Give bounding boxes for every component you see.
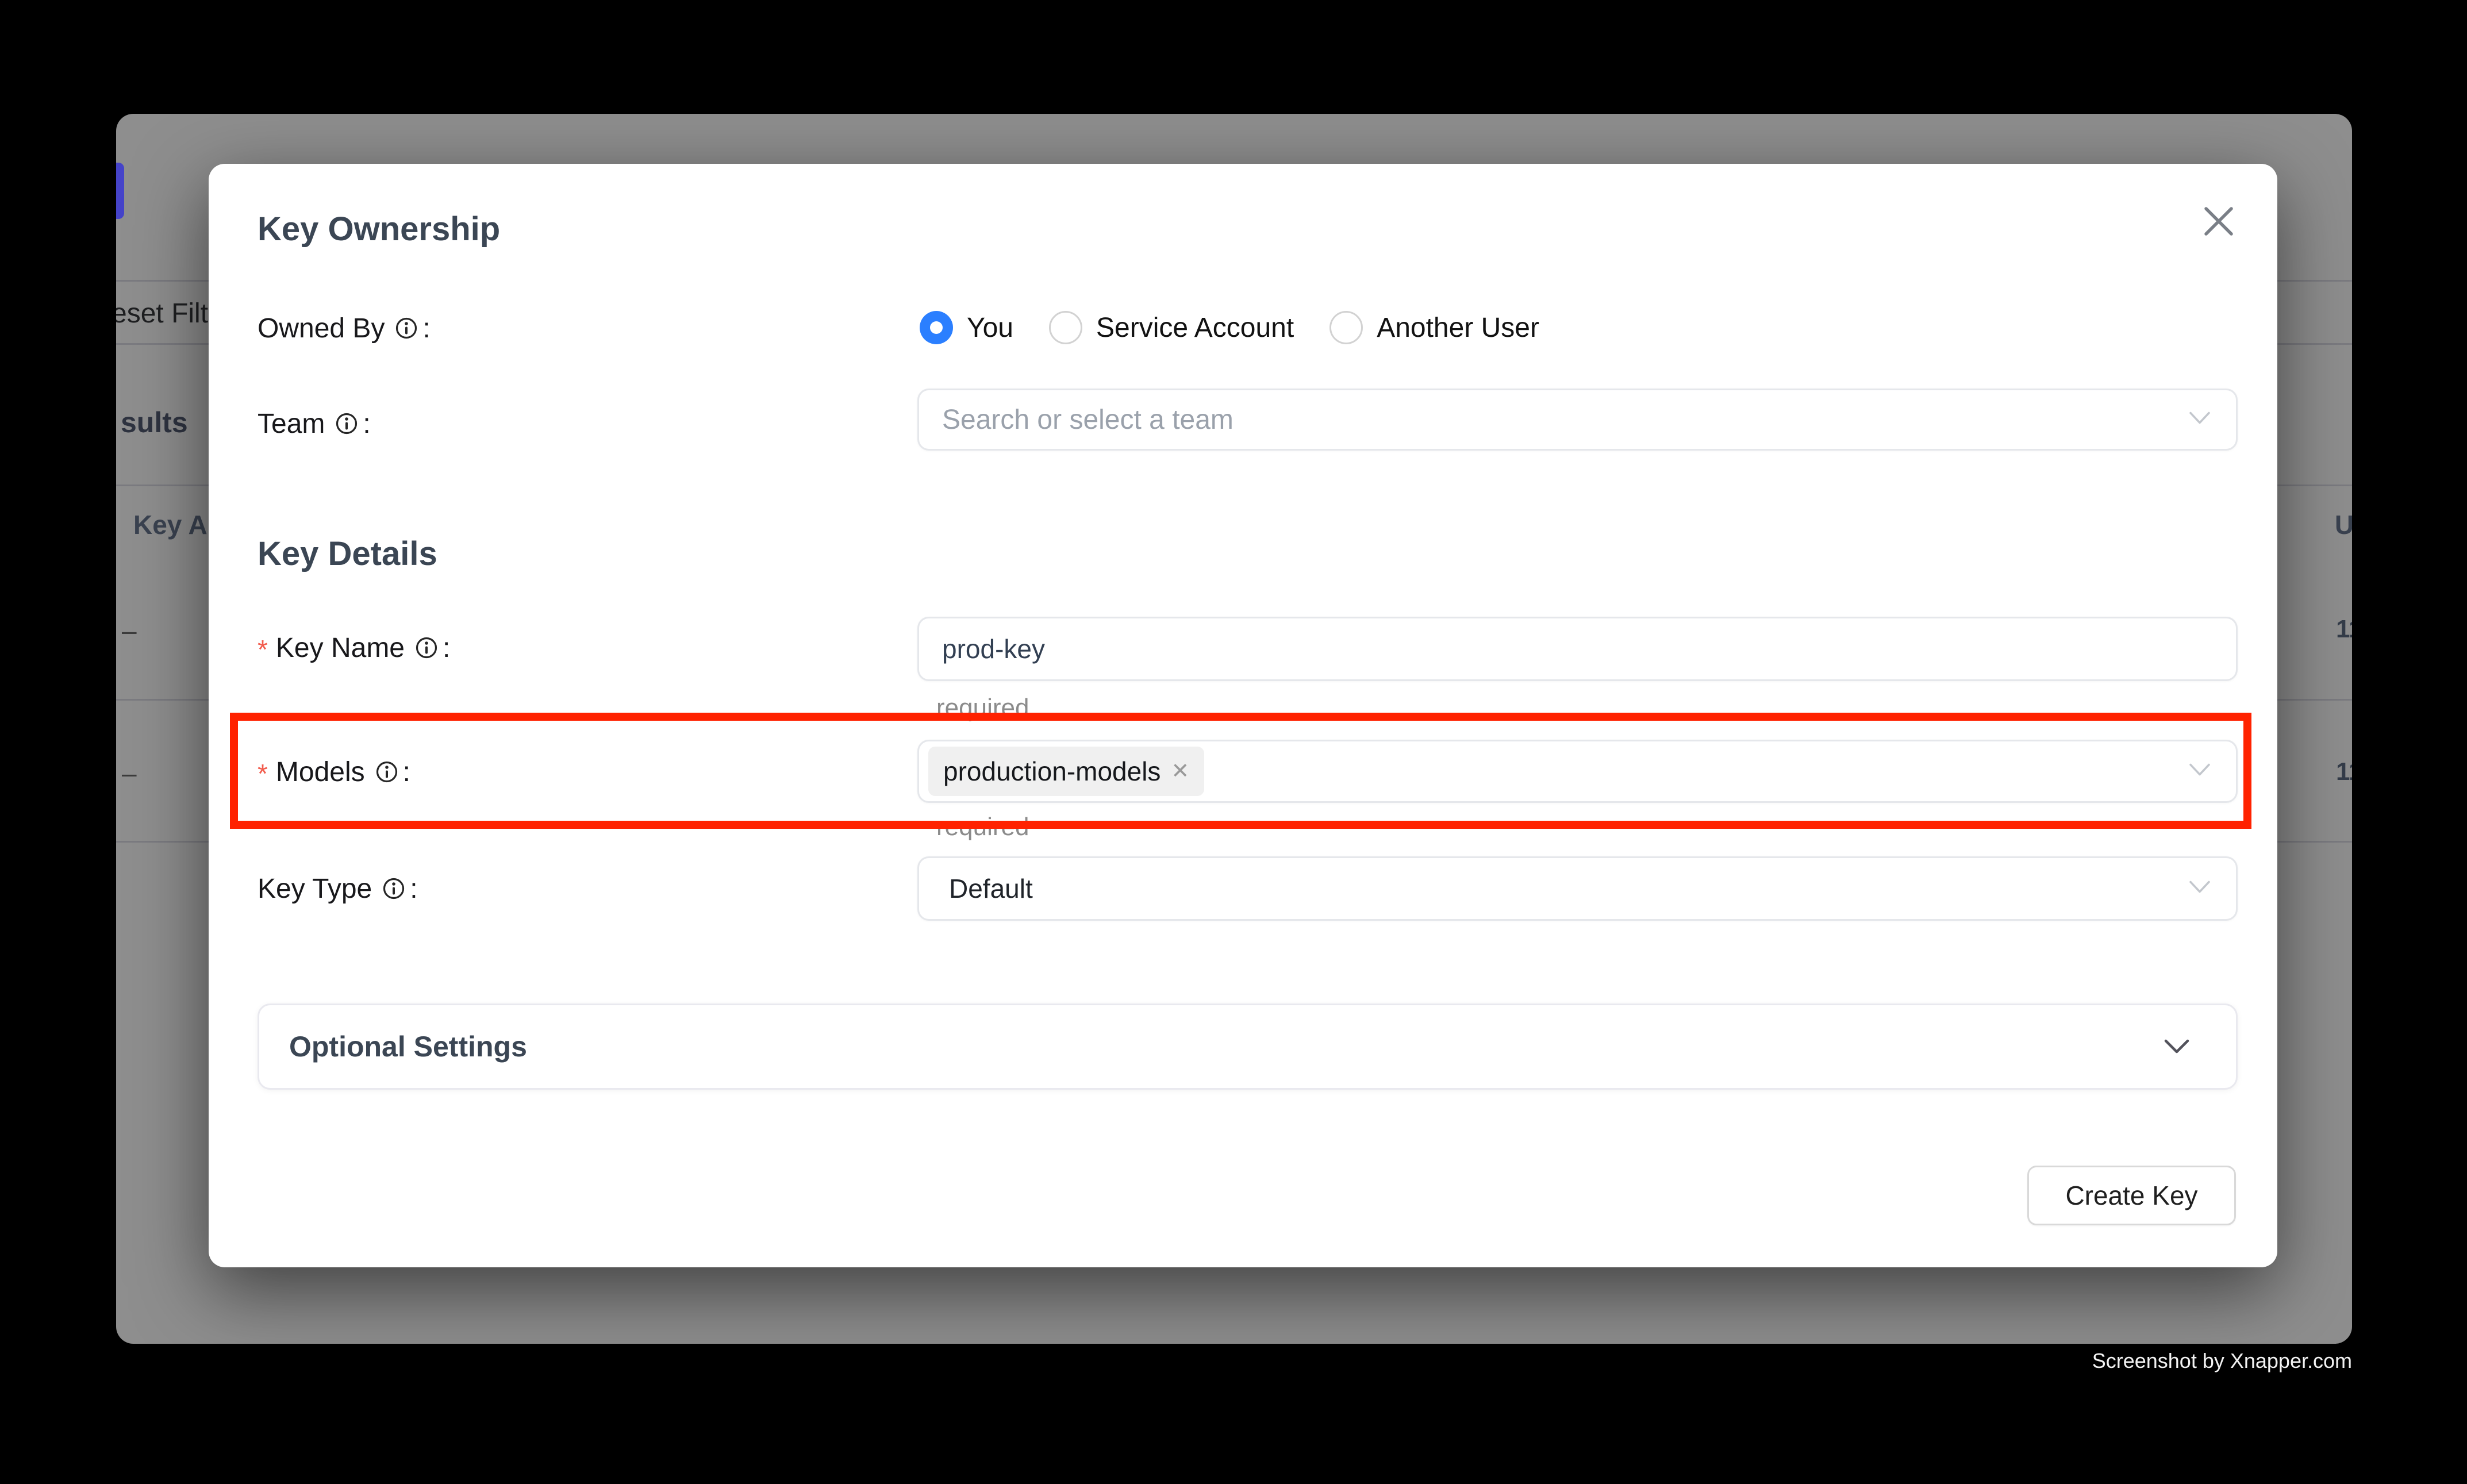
table-row-date-cell: 11/ <box>2336 615 2352 644</box>
radio-owned-by-you[interactable]: You <box>920 311 1013 344</box>
model-tag: production-models ✕ <box>928 747 1204 796</box>
key-name-required-message: required <box>936 694 1029 722</box>
close-button[interactable] <box>2196 198 2242 244</box>
table-row-alias-cell: – <box>122 758 137 789</box>
info-icon[interactable] <box>382 877 405 900</box>
owned-by-label-row: Owned By : <box>258 312 431 345</box>
key-name-label-row: * Key Name : <box>258 631 450 664</box>
info-icon[interactable] <box>395 317 418 340</box>
chevron-down-icon <box>2189 412 2211 428</box>
key-type-select[interactable]: Default <box>917 856 2238 921</box>
key-name-input[interactable] <box>942 633 2204 664</box>
radio-unselected-icon[interactable] <box>1049 311 1082 344</box>
info-icon[interactable] <box>335 412 358 435</box>
column-header-updated: Up <box>2335 509 2352 540</box>
create-key-button[interactable]: Create Key <box>2027 1166 2236 1225</box>
key-type-label-row: Key Type : <box>258 872 418 905</box>
radio-owned-by-service-account[interactable]: Service Account <box>1049 311 1294 344</box>
key-name-label: * Key Name : <box>258 630 450 665</box>
radio-selected-icon[interactable] <box>920 311 953 344</box>
team-select-placeholder: Search or select a team <box>942 404 1234 436</box>
create-key-modal: Key Ownership Owned By : You Service Acc… <box>209 164 2277 1267</box>
info-icon[interactable] <box>375 760 398 783</box>
table-row-date-cell: 11/ <box>2336 758 2352 786</box>
close-icon <box>2203 205 2235 237</box>
models-required-message: required <box>936 813 1029 841</box>
optional-settings-toggle[interactable]: Optional Settings <box>258 1004 2238 1090</box>
models-label-row: * Models : <box>258 755 410 789</box>
dimmed-primary-button-fragment <box>116 163 124 219</box>
key-name-input-wrap <box>917 617 2238 681</box>
radio-unselected-icon[interactable] <box>1329 311 1363 344</box>
owned-by-label: Owned By : <box>258 313 431 344</box>
section-heading-key-ownership: Key Ownership <box>258 210 500 248</box>
team-label: Team : <box>258 408 371 440</box>
chevron-down-icon <box>2189 881 2211 897</box>
optional-settings-title: Optional Settings <box>289 1030 2164 1063</box>
required-marker: * <box>258 758 268 789</box>
table-row-alias-cell: – <box>122 615 137 646</box>
results-count-fragment: sults <box>121 406 188 439</box>
section-heading-key-details: Key Details <box>258 535 437 573</box>
key-type-label: Key Type : <box>258 873 418 905</box>
team-select[interactable]: Search or select a team <box>917 389 2238 451</box>
team-label-row: Team : <box>258 407 371 440</box>
reset-filters-button-fragment: eset Filt <box>116 298 208 329</box>
radio-owned-by-another-user[interactable]: Another User <box>1329 311 1539 344</box>
model-tag-label: production-models <box>943 756 1161 787</box>
models-label: * Models : <box>258 755 410 789</box>
required-marker: * <box>258 634 268 665</box>
watermark: Screenshot by Xnapper.com <box>2092 1349 2352 1373</box>
remove-tag-icon[interactable]: ✕ <box>1171 760 1189 782</box>
info-icon[interactable] <box>415 636 438 659</box>
chevron-down-icon <box>2164 1039 2190 1055</box>
key-type-value: Default <box>949 873 1033 904</box>
models-multiselect[interactable]: production-models ✕ <box>917 740 2238 803</box>
chevron-down-icon <box>2189 763 2211 780</box>
owned-by-radio-group: You Service Account Another User <box>920 311 1539 344</box>
